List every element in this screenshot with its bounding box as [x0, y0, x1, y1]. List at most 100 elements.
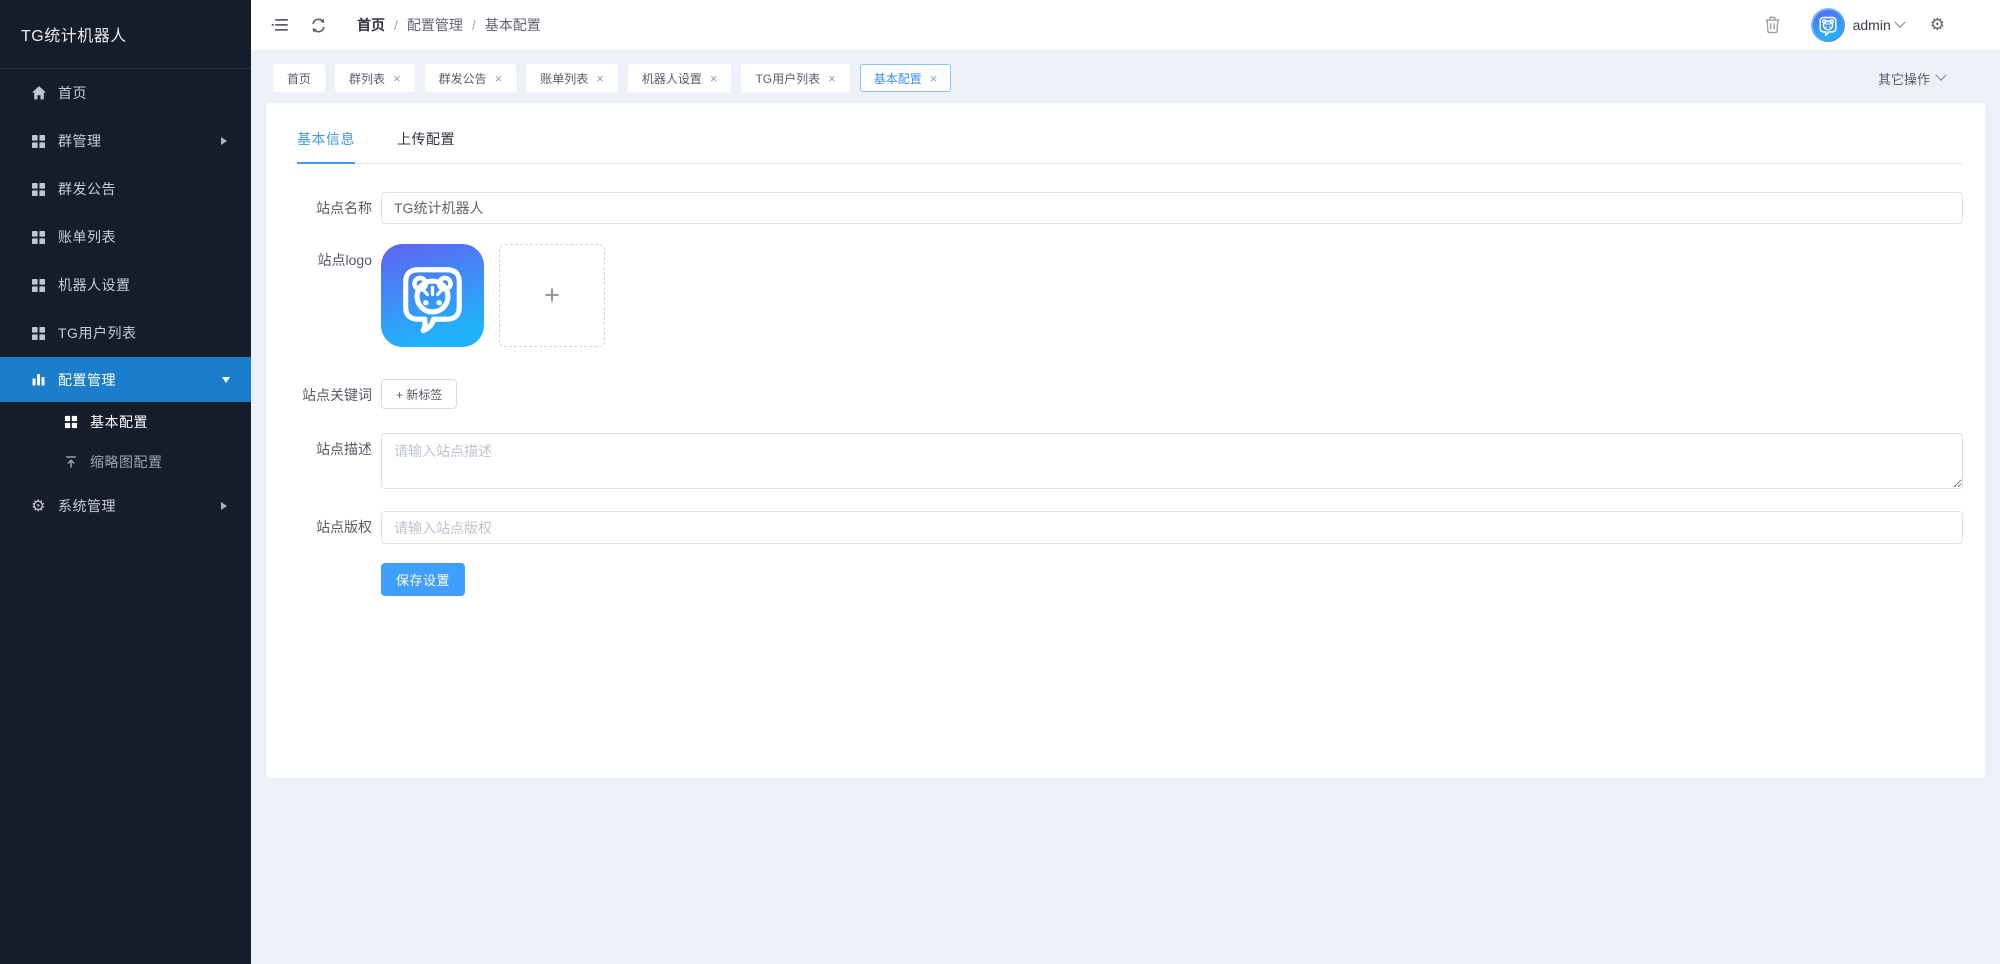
- sidebar-item-label: 机器人设置: [58, 277, 131, 293]
- new-tag-button[interactable]: + 新标签: [381, 379, 458, 409]
- site-desc-row: 站点描述: [297, 433, 1963, 492]
- site-name-row: 站点名称: [297, 192, 1963, 224]
- site-keywords-label: 站点关键词: [302, 387, 372, 403]
- tab-broadcast[interactable]: 群发公告 ×: [424, 64, 517, 92]
- site-name-input[interactable]: [381, 192, 1963, 224]
- sidebar-item-robot-settings[interactable]: 机器人设置: [0, 261, 251, 309]
- sidebar-item-label: 群发公告: [58, 181, 116, 197]
- sidebar-item-label: 配置管理: [58, 371, 116, 388]
- card-tabs: 基本信息 上传配置: [297, 129, 1963, 164]
- sidebar-item-label: 缩略图配置: [90, 454, 163, 470]
- chevron-down-icon[interactable]: [1894, 16, 1906, 28]
- tab-label: 账单列表: [540, 71, 589, 86]
- sidebar-item-system-manage[interactable]: ⚙ 系统管理: [0, 482, 251, 530]
- breadcrumb: 首页 / 配置管理 / 基本配置: [357, 15, 541, 35]
- breadcrumb-home[interactable]: 首页: [357, 15, 385, 35]
- tab-label: 群发公告: [438, 71, 487, 86]
- tab-basic-info[interactable]: 基本信息: [297, 129, 355, 164]
- breadcrumb-config-manage[interactable]: 配置管理: [407, 15, 463, 35]
- sidebar-item-label: 系统管理: [58, 498, 116, 514]
- sidebar-item-bills[interactable]: 账单列表: [0, 213, 251, 261]
- tab-basic-config[interactable]: 基本配置 ×: [859, 64, 952, 92]
- site-desc-label: 站点描述: [316, 441, 372, 457]
- bar-chart-icon: [30, 371, 47, 388]
- save-row: 保存设置: [297, 563, 1963, 596]
- sidebar-item-label: 首页: [58, 85, 87, 101]
- home-icon: [30, 85, 47, 102]
- grid-icon: [30, 325, 47, 342]
- site-logo-label: 站点logo: [317, 252, 372, 268]
- chevron-right-icon: [221, 502, 227, 510]
- close-icon[interactable]: ×: [930, 72, 938, 85]
- plus-icon: +: [544, 280, 560, 310]
- sidebar-item-label: 群管理: [58, 133, 102, 149]
- tab-label: 机器人设置: [641, 71, 702, 86]
- sidebar-item-home[interactable]: 首页: [0, 69, 251, 117]
- tab-label: TG用户列表: [755, 71, 821, 86]
- page-tabs: 首页 群列表 × 群发公告 × 账单列表 × 机器人设置 × TG用户列表 ×: [251, 51, 2000, 103]
- upload-icon: [62, 454, 79, 471]
- app-root: TG统计机器人 首页 群管理 群发公告 账单列表 机器人设置 TG用户列表 配置…: [0, 0, 2000, 964]
- user-avatar[interactable]: [1810, 8, 1845, 42]
- chevron-down-icon: [1935, 69, 1947, 81]
- sidebar-item-group-manage[interactable]: 群管理: [0, 117, 251, 165]
- refresh-icon[interactable]: [303, 10, 333, 40]
- grid-icon: [30, 229, 47, 246]
- site-name-label: 站点名称: [316, 200, 372, 216]
- tab-bills[interactable]: 账单列表 ×: [526, 64, 618, 92]
- close-icon[interactable]: ×: [495, 72, 503, 85]
- chevron-down-icon: [222, 376, 230, 383]
- site-copyright-input[interactable]: [381, 511, 1963, 544]
- tab-group-list[interactable]: 群列表 ×: [335, 64, 415, 92]
- app-title: TG统计机器人: [0, 0, 251, 69]
- sidebar-item-label: 账单列表: [58, 229, 116, 245]
- grid-icon: [30, 277, 47, 294]
- close-icon[interactable]: ×: [596, 72, 604, 85]
- sidebar-item-thumbnail-config[interactable]: 缩略图配置: [0, 442, 251, 482]
- breadcrumb-separator: /: [394, 17, 398, 33]
- sidebar-item-label: TG用户列表: [58, 325, 137, 341]
- gear-icon: ⚙: [31, 496, 46, 515]
- close-icon[interactable]: ×: [710, 72, 718, 85]
- sidebar-item-broadcast[interactable]: 群发公告: [0, 165, 251, 213]
- basic-config-form: 站点名称 站点logo +: [297, 192, 1963, 596]
- settings-gear-icon[interactable]: ⚙: [1930, 15, 1945, 35]
- site-copyright-row: 站点版权: [297, 511, 1963, 544]
- content-area: 基本信息 上传配置 站点名称 站点logo: [251, 103, 2000, 964]
- sidebar-item-tg-users[interactable]: TG用户列表: [0, 309, 251, 357]
- grid-icon: [30, 133, 47, 150]
- sidebar-toggle-icon[interactable]: [265, 10, 295, 40]
- tab-robot-settings[interactable]: 机器人设置 ×: [627, 64, 732, 92]
- logo-upload-box[interactable]: +: [499, 244, 605, 347]
- breadcrumb-separator: /: [471, 17, 476, 33]
- sidebar-item-label: 基本配置: [90, 414, 148, 430]
- tab-upload-config[interactable]: 上传配置: [397, 129, 455, 163]
- top-header: 首页 / 配置管理 / 基本配置 admin ⚙: [251, 0, 2000, 51]
- sidebar-menu: 首页 群管理 群发公告 账单列表 机器人设置 TG用户列表 配置管理 基本配置 …: [0, 69, 251, 530]
- sidebar-item-basic-config[interactable]: 基本配置: [0, 402, 251, 442]
- grid-icon: [30, 181, 47, 198]
- trash-icon[interactable]: [1764, 16, 1781, 34]
- site-logo-row: 站点logo +: [297, 244, 1963, 347]
- username[interactable]: admin: [1853, 17, 1891, 33]
- tab-label: 群列表: [349, 71, 386, 86]
- header-actions: admin ⚙: [1764, 8, 1945, 42]
- grid-icon: [62, 414, 79, 431]
- save-settings-button[interactable]: 保存设置: [381, 563, 466, 596]
- close-icon[interactable]: ×: [393, 72, 401, 85]
- tab-tg-users[interactable]: TG用户列表 ×: [741, 64, 850, 92]
- tab-home[interactable]: 首页: [273, 64, 326, 92]
- close-icon[interactable]: ×: [828, 72, 836, 85]
- more-operations-dropdown[interactable]: 其它操作: [1877, 64, 1947, 92]
- main-area: 首页 / 配置管理 / 基本配置 admin ⚙ 首页 群列表 × 群发公告 ×…: [251, 0, 2000, 964]
- more-operations-label: 其它操作: [1877, 71, 1930, 87]
- config-card: 基本信息 上传配置 站点名称 站点logo: [267, 103, 1985, 778]
- breadcrumb-basic-config: 基本配置: [484, 17, 541, 33]
- site-desc-textarea[interactable]: [381, 433, 1963, 489]
- site-keywords-row: 站点关键词 + 新标签: [297, 379, 1963, 411]
- tab-label: 基本配置: [873, 71, 922, 86]
- site-copyright-label: 站点版权: [316, 519, 372, 535]
- tab-label: 首页: [287, 71, 312, 86]
- site-logo-image[interactable]: [381, 244, 484, 347]
- sidebar-item-config-manage[interactable]: 配置管理: [0, 357, 251, 402]
